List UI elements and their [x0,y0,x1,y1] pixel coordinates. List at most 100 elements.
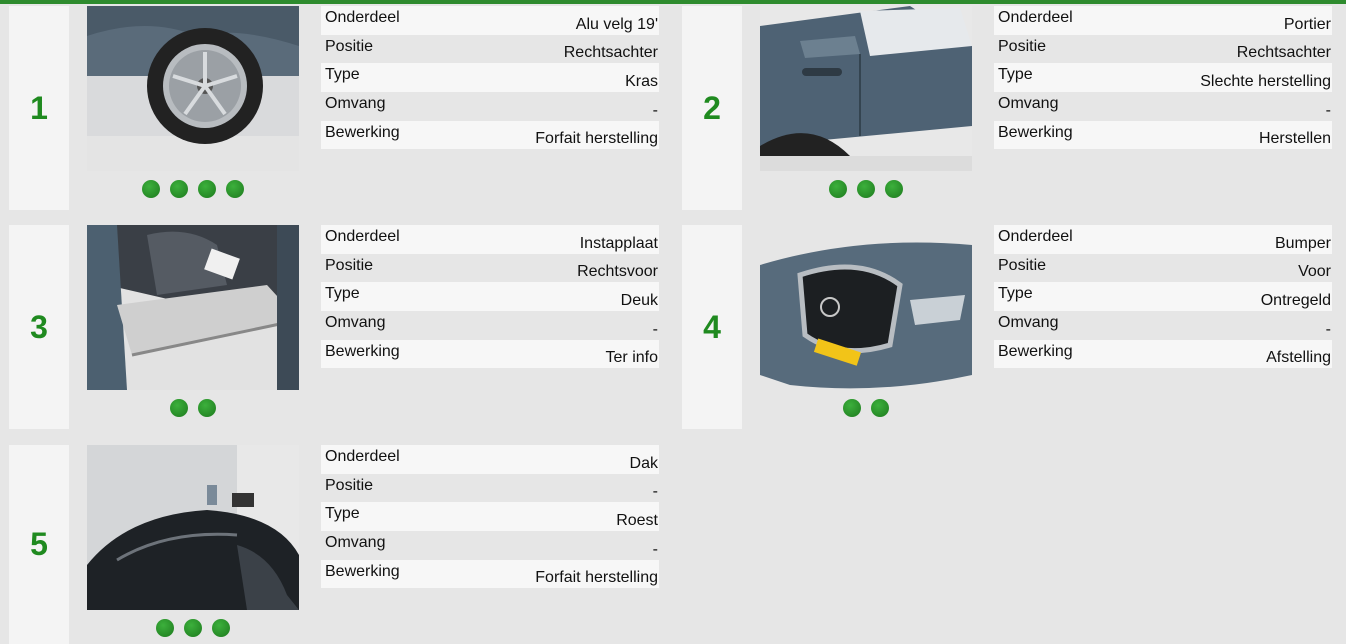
detail-label: Onderdeel [325,228,400,245]
damage-number-box: 4 [682,225,742,429]
damage-photo[interactable] [87,6,299,171]
damage-details-table: Onderdeel Dak Positie - Type Roest Omvan… [321,445,659,589]
photo-dot[interactable] [829,180,847,198]
detail-row-bewerking: Bewerking Afstelling [994,339,1332,369]
detail-value: - [652,483,658,501]
damage-number: 5 [30,526,48,562]
detail-label: Onderdeel [998,228,1073,245]
detail-row-type: Type Slechte herstelling [994,63,1332,93]
detail-value: - [652,540,658,558]
damage-number-box: 1 [9,6,69,210]
detail-label: Onderdeel [325,9,400,26]
damage-card-5: 5 Onderdeel Dak Positie - Type Roest Omv… [9,445,659,644]
photo-dot[interactable] [170,180,188,198]
damage-details-table: Onderdeel Bumper Positie Voor Type Ontre… [994,225,1332,369]
detail-label: Positie [998,256,1047,274]
photo-dot[interactable] [198,399,216,417]
damage-photo[interactable] [760,225,972,390]
detail-row-positie: Positie Rechtsachter [994,34,1332,64]
detail-row-bewerking: Bewerking Forfait herstelling [321,559,659,589]
detail-row-positie: Positie Voor [994,253,1332,283]
detail-label: Bewerking [325,342,400,360]
detail-row-bewerking: Bewerking Ter info [321,339,659,369]
detail-value: Roest [616,512,658,530]
damage-photo[interactable] [87,445,299,610]
photo-dot[interactable] [156,619,174,637]
damage-card-3: 3 Onderdeel Instapplaat Positie Rechtsvo… [9,225,659,429]
damage-number: 2 [703,89,721,126]
detail-row-positie: Positie Rechtsvoor [321,253,659,283]
photo-dot[interactable] [198,180,216,198]
damage-photo[interactable] [87,225,299,390]
detail-value: - [652,320,658,338]
detail-label: Type [325,505,360,523]
detail-label: Omvang [998,314,1059,332]
photo-pagination-dots [760,399,972,421]
detail-value: Portier [1283,15,1331,33]
detail-value: Bumper [1274,234,1331,252]
damage-number: 3 [30,308,48,345]
photo-pagination-dots [760,180,972,202]
photo-dot[interactable] [170,399,188,417]
detail-label: Onderdeel [998,9,1073,26]
detail-label: Positie [325,476,374,494]
photo-dot[interactable] [857,180,875,198]
damage-number: 1 [30,89,48,126]
damage-card-4: 4 Onderdeel Bumper Positie Voor Type Ont… [682,225,1332,429]
top-accent-bar [0,0,1346,4]
damage-number-box: 3 [9,225,69,429]
detail-value: Dak [629,454,658,472]
detail-label: Type [325,285,360,303]
photo-dot[interactable] [212,619,230,637]
detail-value: Afstelling [1266,349,1331,367]
detail-row-omvang: Omvang - [321,531,659,560]
detail-row-type: Type Ontregeld [994,282,1332,312]
detail-value: Rechtsachter [563,44,658,62]
detail-row-type: Type Roest [321,502,659,532]
damage-card-1: 1 Onderdeel Alu velg 19' Positie Rechtsa… [9,6,659,210]
damage-details-table: Onderdeel Alu velg 19' Positie Rechtsach… [321,6,659,150]
damage-details-table: Onderdeel Instapplaat Positie Rechtsvoor… [321,225,659,369]
photo-dot[interactable] [226,180,244,198]
detail-value: Forfait herstelling [535,130,658,148]
detail-label: Bewerking [325,123,400,141]
damage-card-2: 2 Onderdeel Portier Positie Rechtsachter… [682,6,1332,210]
detail-label: Bewerking [325,562,400,580]
detail-value: Rechtsvoor [577,263,658,281]
detail-value: Slechte herstelling [1200,73,1331,91]
detail-value: Forfait herstelling [535,569,658,587]
photo-dot[interactable] [885,180,903,198]
detail-value: Deuk [620,292,658,310]
detail-value: Herstellen [1258,130,1331,148]
detail-label: Onderdeel [325,448,400,465]
detail-value: Alu velg 19' [575,15,658,33]
damage-photo[interactable] [760,6,972,171]
photo-dot[interactable] [871,399,889,417]
detail-row-omvang: Omvang - [994,92,1332,121]
detail-row-type: Type Deuk [321,282,659,312]
detail-label: Type [325,66,360,84]
detail-row-positie: Positie Rechtsachter [321,34,659,64]
detail-label: Positie [325,37,374,55]
detail-row-type: Type Kras [321,63,659,93]
detail-value: Rechtsachter [1236,44,1331,62]
photo-dot[interactable] [184,619,202,637]
detail-label: Type [998,66,1033,84]
detail-label: Omvang [325,314,386,332]
detail-row-omvang: Omvang - [321,92,659,121]
detail-value: - [1325,320,1331,338]
photo-dot[interactable] [142,180,160,198]
photo-dot[interactable] [843,399,861,417]
detail-label: Positie [325,256,374,274]
damage-number-box: 2 [682,6,742,210]
detail-row-onderdeel: Onderdeel Instapplaat [321,225,659,254]
detail-label: Omvang [325,95,386,113]
photo-pagination-dots [87,180,299,202]
damage-number-box: 5 [9,445,69,644]
detail-row-bewerking: Bewerking Forfait herstelling [321,120,659,150]
detail-label: Positie [998,37,1047,55]
detail-row-onderdeel: Onderdeel Alu velg 19' [321,6,659,35]
detail-value: - [652,101,658,119]
detail-label: Type [998,285,1033,303]
detail-value: Ontregeld [1260,292,1331,310]
